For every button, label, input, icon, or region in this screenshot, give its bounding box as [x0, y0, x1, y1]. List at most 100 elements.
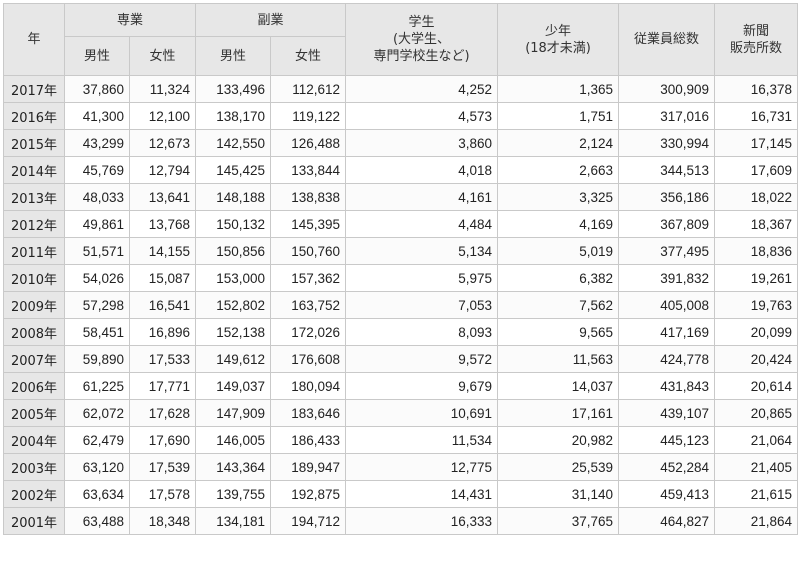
cell-stores: 20,614 [714, 372, 799, 400]
cell-side-male: 150,856 [195, 237, 272, 265]
cell-youth: 2,663 [497, 156, 620, 184]
cell-stores: 17,609 [714, 156, 799, 184]
cell-total-staff: 417,169 [618, 318, 716, 346]
cell-main-male: 63,634 [64, 480, 130, 508]
cell-main-male: 41,300 [64, 102, 130, 130]
table-row: 2012年 49,861 13,768 150,132 145,395 4,484 4,16… [3, 210, 799, 238]
cell-side-male: 147,909 [195, 399, 272, 427]
cell-total-staff: 300,909 [618, 75, 716, 103]
table-row: 2015年 43,299 12,673 142,550 126,488 3,860 2,12… [3, 129, 799, 157]
cell-side-male: 134,181 [195, 507, 272, 535]
cell-student: 4,252 [345, 75, 499, 103]
cell-youth: 17,161 [497, 399, 620, 427]
cell-side-male: 138,170 [195, 102, 272, 130]
cell-youth: 1,751 [497, 102, 620, 130]
cell-year: 2009年 [3, 291, 65, 319]
cell-youth: 1,365 [497, 75, 620, 103]
table-row: 2011年 51,571 14,155 150,856 150,760 5,134 5,01… [3, 237, 799, 265]
cell-stores: 18,367 [714, 210, 799, 238]
table-row: 2007年 59,890 17,533 149,612 176,608 9,572 11,5… [3, 345, 799, 373]
cell-total-staff: 367,809 [618, 210, 716, 238]
cell-youth: 9,565 [497, 318, 620, 346]
table-row: 2001年 63,488 18,348 134,181 194,712 16,333 37,… [3, 507, 799, 535]
cell-year: 2001年 [3, 507, 65, 535]
table-row: 2004年 62,479 17,690 146,005 186,433 11,534 20,… [3, 426, 799, 454]
cell-side-female: 112,612 [270, 75, 347, 103]
cell-side-male: 145,425 [195, 156, 272, 184]
cell-student: 5,975 [345, 264, 499, 292]
cell-side-female: 133,844 [270, 156, 347, 184]
cell-student: 8,093 [345, 318, 499, 346]
table-body: 2017年 37,860 11,324 133,496 112,612 4,252 1,36… [3, 75, 799, 535]
cell-main-female: 17,533 [128, 345, 197, 373]
cell-youth: 4,169 [497, 210, 620, 238]
cell-side-male: 146,005 [195, 426, 272, 454]
cell-year: 2005年 [3, 399, 65, 427]
header-stores: 新聞 販売所数 [714, 3, 799, 76]
cell-side-female: 194,712 [270, 507, 347, 535]
header-side-male: 男性 [195, 36, 272, 76]
cell-main-female: 17,771 [128, 372, 197, 400]
cell-youth: 3,325 [497, 183, 620, 211]
cell-total-staff: 439,107 [618, 399, 716, 427]
cell-side-male: 143,364 [195, 453, 272, 481]
cell-total-staff: 452,284 [618, 453, 716, 481]
cell-main-male: 49,861 [64, 210, 130, 238]
cell-side-female: 145,395 [270, 210, 347, 238]
table-row: 2005年 62,072 17,628 147,909 183,646 10,691 17,… [3, 399, 799, 427]
cell-student: 4,161 [345, 183, 499, 211]
table-row: 2017年 37,860 11,324 133,496 112,612 4,252 1,36… [3, 75, 799, 103]
cell-student: 16,333 [345, 507, 499, 535]
cell-year: 2010年 [3, 264, 65, 292]
header-student-line3: 専門学校生など) [373, 49, 470, 64]
cell-main-male: 61,225 [64, 372, 130, 400]
cell-youth: 6,382 [497, 264, 620, 292]
cell-stores: 16,378 [714, 75, 799, 103]
cell-main-male: 43,299 [64, 129, 130, 157]
table-row: 2006年 61,225 17,771 149,037 180,094 9,679 14,0… [3, 372, 799, 400]
cell-main-male: 63,120 [64, 453, 130, 481]
cell-main-male: 59,890 [64, 345, 130, 373]
header-side-job: 副業 [195, 3, 347, 37]
cell-stores: 21,615 [714, 480, 799, 508]
cell-main-female: 13,641 [128, 183, 197, 211]
cell-year: 2014年 [3, 156, 65, 184]
cell-main-female: 11,324 [128, 75, 197, 103]
cell-year: 2011年 [3, 237, 65, 265]
table-row: 2010年 54,026 15,087 153,000 157,362 5,975 6,38… [3, 264, 799, 292]
cell-student: 12,775 [345, 453, 499, 481]
cell-total-staff: 431,843 [618, 372, 716, 400]
cell-main-male: 54,026 [64, 264, 130, 292]
cell-side-female: 183,646 [270, 399, 347, 427]
cell-main-female: 13,768 [128, 210, 197, 238]
header-youth-line1: 少年 [545, 23, 572, 39]
cell-stores: 17,145 [714, 129, 799, 157]
cell-total-staff: 464,827 [618, 507, 716, 535]
cell-total-staff: 317,016 [618, 102, 716, 130]
cell-main-female: 12,100 [128, 102, 197, 130]
cell-main-female: 17,539 [128, 453, 197, 481]
cell-youth: 11,563 [497, 345, 620, 373]
cell-stores: 21,064 [714, 426, 799, 454]
table-row: 2002年 63,634 17,578 139,755 192,875 14,431 31,… [3, 480, 799, 508]
cell-stores: 19,763 [714, 291, 799, 319]
header-student-line2: (大学生、 [392, 32, 451, 47]
cell-main-female: 16,541 [128, 291, 197, 319]
header-student-line1: 学生 [408, 15, 435, 30]
cell-year: 2003年 [3, 453, 65, 481]
cell-stores: 21,864 [714, 507, 799, 535]
cell-student: 4,018 [345, 156, 499, 184]
cell-student: 4,484 [345, 210, 499, 238]
header-main-female: 女性 [128, 36, 197, 76]
cell-side-female: 163,752 [270, 291, 347, 319]
cell-side-female: 157,362 [270, 264, 347, 292]
newspaper-staff-table: 年 専業 副業 学生 (大学生、 専門学校生など) 少年 (18才未満) 従業員… [3, 3, 799, 535]
cell-youth: 37,765 [497, 507, 620, 535]
cell-stores: 18,022 [714, 183, 799, 211]
header-year: 年 [3, 3, 65, 76]
cell-student: 5,134 [345, 237, 499, 265]
cell-main-male: 62,479 [64, 426, 130, 454]
cell-year: 2006年 [3, 372, 65, 400]
cell-side-female: 150,760 [270, 237, 347, 265]
cell-youth: 25,539 [497, 453, 620, 481]
